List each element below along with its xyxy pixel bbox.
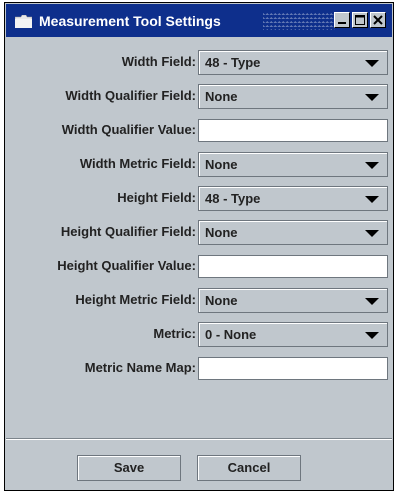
height-qualifier-value-label: Height Qualifier Value: <box>57 258 196 273</box>
dropdown-arrow-icon <box>365 60 379 67</box>
width-field-label: Width Field: <box>121 54 196 69</box>
form-row-width-qualifier-field: Width Qualifier Field: None <box>6 82 392 112</box>
form-row-height-qualifier-field: Height Qualifier Field: None <box>6 218 392 248</box>
title-bar[interactable]: Measurement Tool Settings <box>6 4 392 37</box>
width-field-value: 48 - Type <box>205 55 261 70</box>
settings-form: Width Field: 48 - Type Width Qualifier F… <box>6 37 392 437</box>
width-metric-field-select[interactable]: None <box>198 152 388 177</box>
form-row-width-field: Width Field: 48 - Type <box>6 48 392 78</box>
width-qualifier-value-label: Width Qualifier Value: <box>61 122 196 137</box>
form-row-metric-name-map: Metric Name Map: <box>6 354 392 384</box>
minimize-icon <box>338 22 346 24</box>
width-qualifier-field-label: Width Qualifier Field: <box>65 88 196 103</box>
metric-label: Metric: <box>153 326 196 341</box>
form-row-height-qualifier-value: Height Qualifier Value: <box>6 252 392 282</box>
width-metric-field-label: Width Metric Field: <box>79 156 196 171</box>
settings-dialog: Measurement Tool Settings Width Field: 4… <box>4 2 394 491</box>
width-qualifier-field-select[interactable]: None <box>198 84 388 109</box>
height-qualifier-field-label: Height Qualifier Field: <box>60 224 196 239</box>
width-field-select[interactable]: 48 - Type <box>198 50 388 75</box>
form-row-width-qualifier-value: Width Qualifier Value: <box>6 116 392 146</box>
form-row-metric: Metric: 0 - None <box>6 320 392 350</box>
dropdown-arrow-icon <box>365 162 379 169</box>
close-icon <box>373 15 383 25</box>
button-divider <box>6 438 392 440</box>
dropdown-arrow-icon <box>365 332 379 339</box>
dropdown-arrow-icon <box>365 298 379 305</box>
dropdown-arrow-icon <box>365 230 379 237</box>
height-qualifier-field-value: None <box>205 225 238 240</box>
height-metric-field-label: Height Metric Field: <box>75 292 196 307</box>
metric-select[interactable]: 0 - None <box>198 322 388 347</box>
form-row-width-metric-field: Width Metric Field: None <box>6 150 392 180</box>
window-title: Measurement Tool Settings <box>39 13 221 29</box>
height-qualifier-field-select[interactable]: None <box>198 220 388 245</box>
width-qualifier-field-value: None <box>205 89 238 104</box>
maximize-icon <box>355 15 365 25</box>
height-field-label: Height Field: <box>117 190 196 205</box>
maximize-button[interactable] <box>352 12 368 28</box>
width-metric-field-value: None <box>205 157 238 172</box>
height-field-value: 48 - Type <box>205 191 261 206</box>
metric-value: 0 - None <box>205 327 257 342</box>
close-button[interactable] <box>370 12 386 28</box>
title-bar-pattern <box>263 11 335 30</box>
folder-icon <box>15 15 32 28</box>
metric-name-map-label: Metric Name Map: <box>84 360 196 375</box>
minimize-button[interactable] <box>334 12 350 28</box>
metric-name-map-input[interactable] <box>198 357 388 380</box>
dropdown-arrow-icon <box>365 94 379 101</box>
save-button[interactable]: Save <box>77 455 181 481</box>
height-field-select[interactable]: 48 - Type <box>198 186 388 211</box>
form-row-height-metric-field: Height Metric Field: None <box>6 286 392 316</box>
cancel-button[interactable]: Cancel <box>197 455 301 481</box>
dropdown-arrow-icon <box>365 196 379 203</box>
height-metric-field-value: None <box>205 293 238 308</box>
width-qualifier-value-input[interactable] <box>198 119 388 142</box>
height-qualifier-value-input[interactable] <box>198 255 388 278</box>
height-metric-field-select[interactable]: None <box>198 288 388 313</box>
form-row-height-field: Height Field: 48 - Type <box>6 184 392 214</box>
